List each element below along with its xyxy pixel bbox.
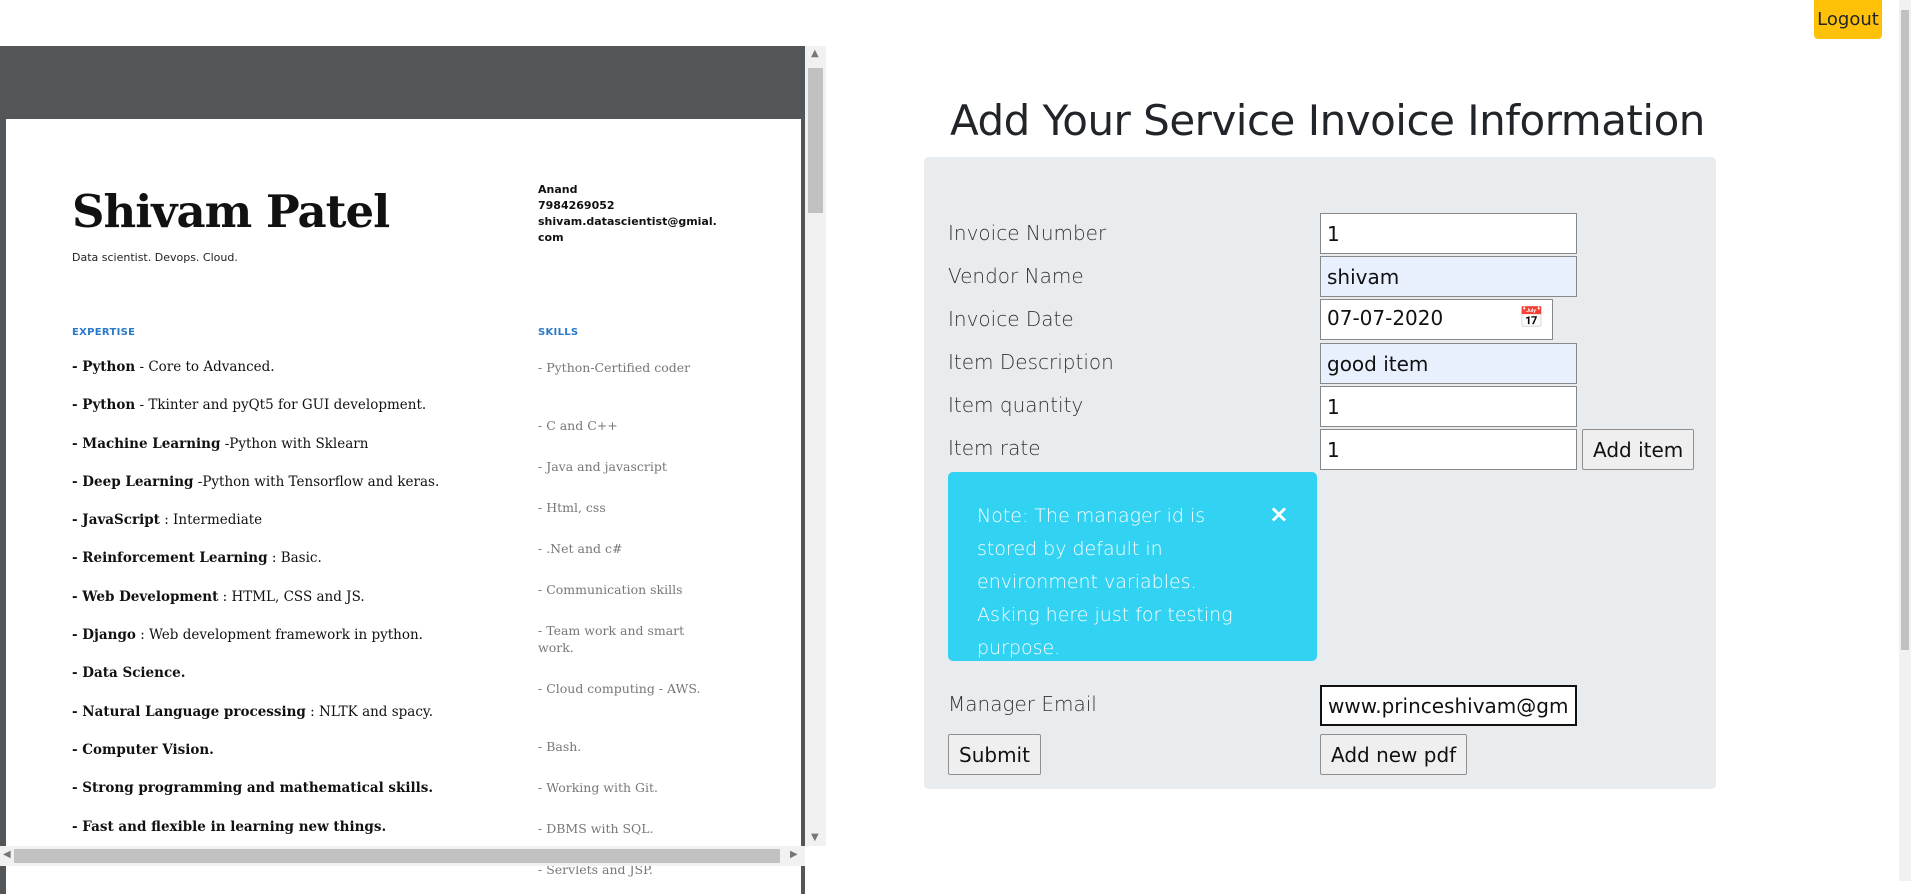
contact-location: Anand <box>538 183 578 196</box>
expertise-item: - Reinforcement Learning : Basic. <box>72 550 439 588</box>
invoice-number-label: Invoice Number <box>948 221 1107 245</box>
item-description-label: Item Description <box>948 350 1114 374</box>
expertise-item: - JavaScript : Intermediate <box>72 512 439 550</box>
expertise-item-title: - Python <box>72 359 136 375</box>
expertise-item-title: - Strong programming and mathematical sk… <box>72 780 434 797</box>
expertise-item-title: - Natural Language processing <box>72 703 306 720</box>
item-quantity-label: Item quantity <box>948 393 1084 417</box>
expertise-item-title: - Reinforcement Learning <box>72 550 268 567</box>
note-alert: Note: The manager id is stored by defaul… <box>948 472 1317 661</box>
expertise-item-detail: : Web development framework in python. <box>135 627 423 644</box>
vendor-name-label: Vendor Name <box>948 264 1084 288</box>
expertise-list: - Python - Core to Advanced. - Python - T… <box>72 359 439 857</box>
expertise-item-title: - Django <box>72 627 136 644</box>
expertise-item: - Python - Core to Advanced. <box>72 359 439 397</box>
skill-item: - .Net and c# <box>538 541 623 556</box>
expertise-item-title: - Python <box>72 397 136 414</box>
resume-name: Shivam Patel <box>72 185 390 238</box>
invoice-date-input[interactable]: 07-07-2020 📅 <box>1320 299 1553 340</box>
item-rate-input[interactable] <box>1320 429 1577 470</box>
pdf-page-area: Shivam Patel Data scientist. Devops. Clo… <box>0 119 805 894</box>
expertise-item: - Data Science. <box>72 665 439 703</box>
expertise-item-title: - Machine Learning <box>72 435 221 452</box>
page-scroll-thumb[interactable] <box>1901 10 1909 650</box>
resume-page: Shivam Patel Data scientist. Devops. Clo… <box>6 119 801 894</box>
expertise-item: - Natural Language processing : NLTK and… <box>72 704 439 742</box>
pdf-viewer: Shivam Patel Data scientist. Devops. Clo… <box>0 46 826 894</box>
skills-list: - Python-Certified coder - C and C++ - Jav… <box>538 359 713 894</box>
skill-item: - Html, css <box>538 500 606 515</box>
scroll-left-icon[interactable]: ◀ <box>3 849 11 860</box>
scroll-right-icon[interactable]: ▶ <box>790 849 798 860</box>
expertise-item: - Computer Vision. <box>72 742 439 780</box>
expertise-item-detail: : NLTK and spacy. <box>305 703 434 720</box>
skills-heading: SKILLS <box>538 327 579 338</box>
skill-item: - Bash. <box>538 739 582 754</box>
note-text: Note: The manager id is stored by defaul… <box>977 505 1233 659</box>
manager-email-input[interactable] <box>1320 685 1577 726</box>
expertise-item-detail: : Intermediate <box>159 512 263 529</box>
expertise-item: - Django : Web development framework in … <box>72 627 439 665</box>
invoice-date-value: 07-07-2020 <box>1327 306 1444 330</box>
manager-email-label: Manager Email <box>948 692 1097 716</box>
invoice-date-label: Invoice Date <box>948 307 1074 331</box>
item-quantity-input[interactable] <box>1320 386 1577 427</box>
submit-button[interactable]: Submit <box>948 734 1041 775</box>
pdf-toolbar-area <box>0 46 805 119</box>
scroll-down-icon[interactable]: ▼ <box>811 832 819 843</box>
pdf-vertical-scroll-thumb[interactable] <box>808 68 823 213</box>
close-icon[interactable]: × <box>1269 498 1289 531</box>
skill-item: - Python-Certified coder <box>538 360 691 375</box>
expertise-item-detail: - Tkinter and pyQt5 for GUI development. <box>135 397 427 414</box>
resume-tagline: Data scientist. Devops. Cloud. <box>72 251 238 264</box>
calendar-icon[interactable]: 📅 <box>1519 305 1544 329</box>
skill-item: - Team work and smart work. <box>538 623 685 655</box>
expertise-heading: EXPERTISE <box>72 327 136 338</box>
skill-item: - Working with Git. <box>538 780 659 795</box>
expertise-item: - Strong programming and mathematical sk… <box>72 780 439 818</box>
expertise-item-title: - Deep Learning <box>72 473 194 490</box>
skill-item: - Java and javascript <box>538 459 667 474</box>
skill-item: - C and C++ <box>538 418 618 433</box>
invoice-number-input[interactable] <box>1320 213 1577 254</box>
expertise-item: - Web Development : HTML, CSS and JS. <box>72 589 439 627</box>
vendor-name-input[interactable] <box>1320 256 1577 297</box>
logout-button[interactable]: Logout <box>1814 0 1882 39</box>
add-new-pdf-button[interactable]: Add new pdf <box>1320 734 1468 775</box>
expertise-item: - Machine Learning -Python with Sklearn <box>72 436 439 474</box>
add-item-button[interactable]: Add item <box>1582 429 1695 470</box>
pdf-vertical-scrollbar[interactable]: ▲ ▼ <box>805 46 826 846</box>
expertise-item-detail: -Python with Tensorflow and keras. <box>193 473 440 490</box>
expertise-item-title: - JavaScript <box>72 512 160 529</box>
pdf-horizontal-scrollbar[interactable]: ◀ ▶ <box>0 846 805 866</box>
expertise-item-detail: : Basic. <box>267 550 322 567</box>
item-rate-label: Item rate <box>948 436 1041 460</box>
expertise-item-title: - Computer Vision. <box>72 741 214 758</box>
pdf-horizontal-scroll-thumb[interactable] <box>14 849 780 863</box>
scroll-up-icon[interactable]: ▲ <box>811 48 819 59</box>
expertise-item-detail: - Core to Advanced. <box>135 359 275 375</box>
expertise-item-title: - Web Development <box>72 588 219 605</box>
item-description-input[interactable] <box>1320 343 1577 384</box>
page-title: Add Your Service Invoice Information <box>950 96 1705 145</box>
expertise-item-detail: -Python with Sklearn <box>220 435 369 452</box>
skill-item: - Cloud computing - AWS. <box>538 681 701 696</box>
expertise-item-title: - Data Science. <box>72 665 186 682</box>
expertise-item-title: - Fast and flexible in learning new thin… <box>72 818 387 835</box>
expertise-item: - Deep Learning -Python with Tensorflow … <box>72 474 439 512</box>
invoice-form: Invoice Number Vendor Name Invoice Date … <box>924 157 1716 789</box>
contact-phone: 7984269052 <box>538 199 615 212</box>
skill-item: - Communication skills <box>538 582 683 597</box>
resume-contact: Anand 7984269052 shivam.datascientist@gm… <box>538 182 718 246</box>
expertise-item-detail: : HTML, CSS and JS. <box>218 588 365 605</box>
page-vertical-scrollbar[interactable] <box>1899 0 1911 881</box>
expertise-item: - Python - Tkinter and pyQt5 for GUI dev… <box>72 397 439 435</box>
contact-email: shivam.datascientist@gmial.com <box>538 215 717 244</box>
